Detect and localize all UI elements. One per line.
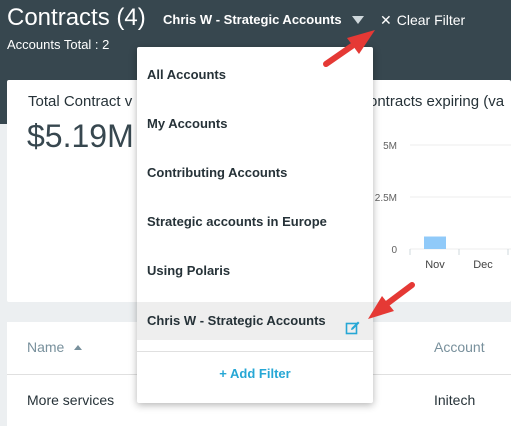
x-tick-label: Nov: [425, 259, 445, 271]
dropdown-item-chris-w-strategic[interactable]: Chris W - Strategic Accounts: [137, 302, 373, 340]
table-row-account: Initech: [434, 392, 476, 408]
dropdown-item-all-accounts[interactable]: All Accounts: [137, 56, 373, 94]
edit-icon[interactable]: [345, 320, 361, 336]
y-tick-label: 2.5M: [375, 193, 397, 204]
table-row-name[interactable]: More services: [27, 392, 114, 408]
column-header-account[interactable]: Account: [434, 339, 485, 355]
bar-nov[interactable]: [424, 236, 446, 249]
x-tick-label: Dec: [473, 259, 493, 271]
y-tick-label: 0: [391, 245, 397, 256]
column-header-name[interactable]: Name: [27, 339, 64, 355]
filter-dropdown: All Accounts My Accounts Contributing Ac…: [137, 47, 373, 403]
y-tick-label: 5M: [383, 141, 397, 152]
sort-ascending-icon[interactable]: [74, 345, 82, 350]
divider: [137, 351, 373, 352]
dropdown-item-using-polaris[interactable]: Using Polaris: [137, 252, 373, 290]
dropdown-item-my-accounts[interactable]: My Accounts: [137, 105, 373, 143]
dropdown-item-contributing-accounts[interactable]: Contributing Accounts: [137, 154, 373, 192]
dropdown-item-strategic-europe[interactable]: Strategic accounts in Europe: [137, 203, 373, 241]
add-filter-button[interactable]: + Add Filter: [137, 359, 373, 389]
